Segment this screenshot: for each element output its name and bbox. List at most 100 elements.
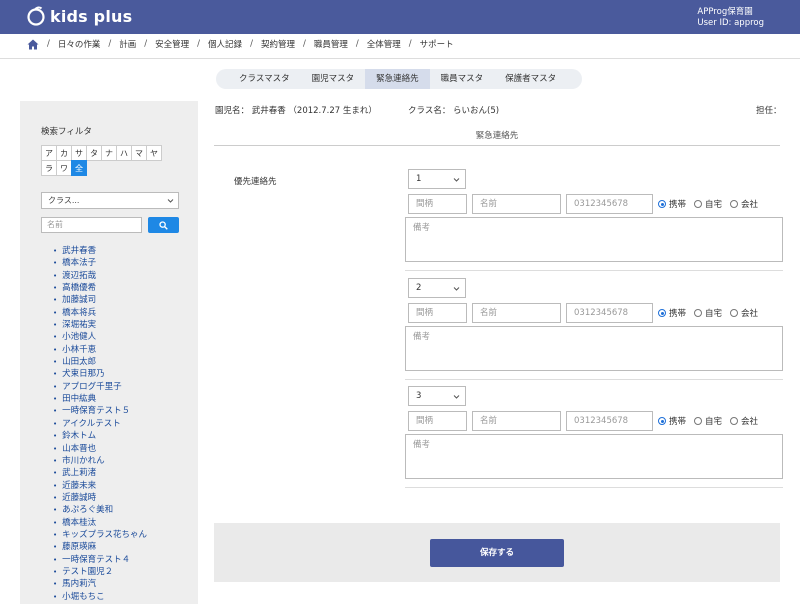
- note-textarea[interactable]: 備考: [405, 434, 783, 479]
- kana-a-button[interactable]: ア: [41, 145, 57, 161]
- child-list-item[interactable]: キッズプラス花ちゃん: [53, 529, 147, 541]
- kana-sa-button[interactable]: サ: [71, 145, 87, 161]
- name-input[interactable]: 名前: [472, 411, 561, 431]
- phone-input[interactable]: 0312345678: [566, 194, 653, 214]
- radio-label: 自宅: [705, 200, 723, 210]
- child-list-item[interactable]: 山田太郎: [53, 356, 147, 368]
- child-list-item[interactable]: 加藤誠司: [53, 294, 147, 306]
- breadcrumb-separator: /: [47, 39, 50, 49]
- kana-na-button[interactable]: ナ: [101, 145, 117, 161]
- radio-home[interactable]: 自宅: [694, 415, 722, 427]
- nav-overall[interactable]: 全体管理: [367, 38, 401, 50]
- kana-wa-button[interactable]: ワ: [56, 160, 72, 176]
- kana-ka-button[interactable]: カ: [56, 145, 72, 161]
- child-list-item[interactable]: 小池健人: [53, 331, 147, 343]
- user-info[interactable]: APProg保育園 User ID: approg: [697, 7, 764, 29]
- child-list-item[interactable]: 深堀祐実: [53, 319, 147, 331]
- priority-value: 2: [416, 283, 422, 293]
- search-button[interactable]: [148, 217, 179, 233]
- search-sidebar: 検索フィルタ ア カ サ タ ナ ハ マ ヤ ラ ワ 全 クラス... 名前 武…: [20, 101, 198, 604]
- kana-all-button[interactable]: 全: [71, 160, 87, 176]
- radio-dot: [694, 417, 703, 425]
- tab-staff-master[interactable]: 職員マスタ: [430, 69, 495, 89]
- class-select[interactable]: クラス...: [41, 192, 179, 209]
- child-list-item[interactable]: 高橋優希: [53, 282, 147, 294]
- tab-child-master[interactable]: 園児マスタ: [301, 69, 366, 89]
- tab-class-master[interactable]: クラスマスタ: [228, 69, 301, 89]
- kana-ha-button[interactable]: ハ: [116, 145, 132, 161]
- child-list-item[interactable]: 藤原瑛麻: [53, 541, 147, 553]
- child-list-item[interactable]: 馬内莉汽: [53, 578, 147, 590]
- priority-select[interactable]: 1: [408, 169, 466, 189]
- child-list-item[interactable]: 田中紘典: [53, 393, 147, 405]
- breadcrumb-separator: /: [108, 39, 112, 49]
- name-input[interactable]: 名前: [472, 303, 561, 323]
- child-list-item[interactable]: 市川かれん: [53, 455, 147, 467]
- child-list-item[interactable]: あぷろぐ美和: [53, 504, 147, 516]
- kana-ra-button[interactable]: ラ: [41, 160, 57, 176]
- breadcrumb-separator: /: [408, 39, 412, 49]
- priority-select[interactable]: 3: [408, 386, 466, 406]
- relation-input[interactable]: 間柄: [408, 303, 467, 323]
- nav-personal-records[interactable]: 個人記録: [208, 38, 242, 50]
- tab-guardian-master[interactable]: 保護者マスタ: [494, 69, 567, 89]
- radio-mobile[interactable]: 携帯: [658, 307, 686, 319]
- child-list-item[interactable]: 小堀もちこ: [53, 591, 147, 603]
- radio-work[interactable]: 会社: [730, 307, 758, 319]
- priority-value: 3: [416, 391, 422, 401]
- note-textarea[interactable]: 備考: [405, 326, 783, 371]
- child-list-item[interactable]: 武井春香: [53, 245, 147, 257]
- nav-daily-work[interactable]: 日々の作業: [58, 38, 101, 50]
- logo[interactable]: kids plus: [26, 6, 132, 26]
- radio-work[interactable]: 会社: [730, 198, 758, 210]
- child-list-item[interactable]: 渡辺拓哉: [53, 270, 147, 282]
- priority-select[interactable]: 2: [408, 278, 466, 298]
- child-list-item[interactable]: 橋本桂汰: [53, 517, 147, 529]
- phone-input[interactable]: 0312345678: [566, 411, 653, 431]
- relation-input[interactable]: 間柄: [408, 411, 467, 431]
- note-textarea[interactable]: 備考: [405, 217, 783, 262]
- save-button[interactable]: 保存する: [430, 539, 564, 567]
- nav-plan[interactable]: 計画: [119, 38, 136, 50]
- name-input[interactable]: 名前: [472, 194, 561, 214]
- child-list-item[interactable]: 橋本将兵: [53, 307, 147, 319]
- child-list-item[interactable]: 山本晋也: [53, 443, 147, 455]
- tab-emergency-contact[interactable]: 緊急連絡先: [365, 69, 430, 89]
- relation-input[interactable]: 間柄: [408, 194, 467, 214]
- kana-ya-button[interactable]: ヤ: [146, 145, 162, 161]
- class-select-value: クラス...: [48, 196, 80, 205]
- phone-type-radios: 携帯 自宅 会社: [658, 415, 766, 427]
- child-list-item[interactable]: アプログ千里子: [53, 381, 147, 393]
- nav-contracts[interactable]: 契約管理: [261, 38, 295, 50]
- search-icon: [159, 220, 168, 230]
- child-list-item[interactable]: 鈴木トム: [53, 430, 147, 442]
- child-list-item[interactable]: アイクルテスト: [53, 418, 147, 430]
- phone-type-radios: 携帯 自宅 会社: [658, 307, 766, 319]
- child-list-item[interactable]: 武上莉渚: [53, 467, 147, 479]
- child-list-item[interactable]: テスト園児２: [53, 566, 147, 578]
- child-list-item[interactable]: 一時保育テスト４: [53, 554, 147, 566]
- nav-support[interactable]: サポート: [420, 38, 454, 50]
- breadcrumb-separator: /: [197, 39, 201, 49]
- breadcrumb-separator: /: [302, 39, 306, 49]
- radio-label: 携帯: [669, 417, 687, 427]
- radio-home[interactable]: 自宅: [694, 307, 722, 319]
- kana-ma-button[interactable]: マ: [131, 145, 147, 161]
- child-list-item[interactable]: 近藤誠時: [53, 492, 147, 504]
- radio-work[interactable]: 会社: [730, 415, 758, 427]
- phone-input[interactable]: 0312345678: [566, 303, 653, 323]
- breadcrumb: / 日々の作業 / 計画 / 安全管理 / 個人記録 / 契約管理 / 職員管理…: [27, 37, 454, 51]
- nav-staff[interactable]: 職員管理: [314, 38, 348, 50]
- radio-mobile[interactable]: 携帯: [658, 415, 686, 427]
- kana-ta-button[interactable]: タ: [86, 145, 102, 161]
- nav-safety[interactable]: 安全管理: [155, 38, 189, 50]
- radio-mobile[interactable]: 携帯: [658, 198, 686, 210]
- child-list-item[interactable]: 近藤未来: [53, 480, 147, 492]
- radio-home[interactable]: 自宅: [694, 198, 722, 210]
- child-list-item[interactable]: 橋本法子: [53, 257, 147, 269]
- child-list-item[interactable]: 一時保育テスト５: [53, 405, 147, 417]
- child-list-item[interactable]: 小林千恵: [53, 344, 147, 356]
- name-search-input[interactable]: 名前: [41, 217, 142, 233]
- child-list-item[interactable]: 犬束日那乃: [53, 368, 147, 380]
- home-icon[interactable]: [27, 39, 39, 50]
